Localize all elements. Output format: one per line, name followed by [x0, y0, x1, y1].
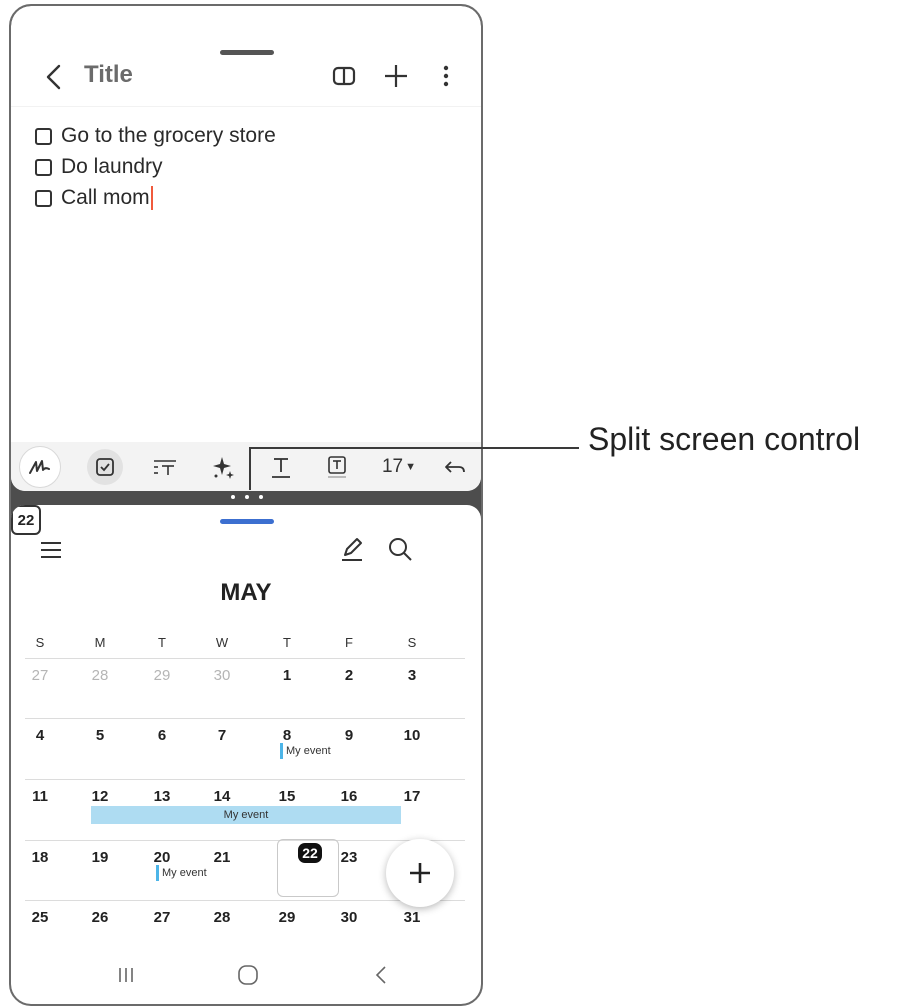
text-style-icon[interactable] — [263, 449, 299, 485]
calendar-app: 22 MAY SMTWTFS 27 28 29 30 1 2 3 4 5 6 7 8 9 10 11 12 13… — [11, 505, 481, 1004]
checklist-item[interactable]: Go to the grocery store — [35, 121, 276, 151]
month-title: MAY — [220, 579, 272, 606]
note-toolbar: 17 ▼ — [11, 442, 481, 491]
weekday-label: T — [158, 635, 166, 650]
calendar-day[interactable]: 26 — [80, 909, 120, 926]
calendar-day[interactable]: 1 — [267, 667, 307, 684]
calendar-day[interactable]: 30 — [202, 667, 242, 684]
calendar-day[interactable]: 21 — [202, 849, 242, 866]
calendar-day[interactable]: 6 — [142, 727, 182, 744]
reading-mode-icon[interactable] — [327, 58, 361, 94]
notes-app: Title Go to the grocery store Do laundry — [11, 6, 481, 491]
chevron-down-icon: ▼ — [405, 461, 417, 473]
back-icon[interactable] — [41, 60, 67, 94]
week-divider — [25, 718, 465, 719]
calendar-drag-handle[interactable] — [220, 519, 274, 524]
calendar-day[interactable]: 28 — [80, 667, 120, 684]
calendar-day[interactable]: 31 — [392, 909, 432, 926]
more-options-icon[interactable] — [429, 58, 463, 94]
text-format-icon[interactable] — [147, 449, 183, 485]
calendar-day[interactable]: 14 — [202, 788, 242, 805]
checklist-item[interactable]: Do laundry — [35, 152, 163, 182]
checkbox[interactable] — [35, 127, 52, 145]
menu-icon[interactable] — [37, 535, 67, 565]
calendar-day[interactable]: 15 — [267, 788, 307, 805]
divider-dot — [245, 495, 249, 499]
event-span[interactable]: My event — [91, 806, 401, 824]
checklist-item[interactable]: Call mom — [35, 183, 153, 213]
note-content[interactable]: Go to the grocery store Do laundry Call … — [11, 106, 481, 436]
add-icon[interactable] — [379, 58, 413, 94]
calendar-day[interactable]: 17 — [392, 788, 432, 805]
text-cursor — [150, 186, 153, 210]
recent-apps-icon[interactable] — [106, 957, 146, 993]
calendar-day[interactable]: 19 — [80, 849, 120, 866]
split-screen-control[interactable] — [231, 495, 263, 503]
back-nav-icon[interactable] — [361, 957, 401, 993]
weekday-label: F — [345, 635, 353, 650]
today-button[interactable]: 22 — [11, 505, 41, 535]
calendar-day[interactable]: 10 — [392, 727, 432, 744]
calendar-day[interactable]: 18 — [20, 849, 60, 866]
calendar-day[interactable]: 13 — [142, 788, 182, 805]
checkbox[interactable] — [35, 158, 52, 176]
fab-add-icon — [410, 863, 430, 883]
phone-frame: Title Go to the grocery store Do laundry — [9, 4, 483, 1006]
ai-assist-icon[interactable] — [205, 449, 241, 485]
divider-dot — [231, 495, 235, 499]
today-cell[interactable] — [277, 839, 339, 897]
font-size-value: 17 — [381, 456, 404, 477]
checklist-item-text: Call mom — [61, 186, 150, 209]
event-chip[interactable]: My event — [156, 865, 207, 881]
edit-icon[interactable] — [336, 533, 368, 565]
calendar-day[interactable]: 25 — [20, 909, 60, 926]
weekday-label: S — [35, 635, 45, 650]
text-box-icon[interactable] — [319, 449, 355, 485]
note-title[interactable]: Title — [84, 61, 133, 89]
callout-line — [249, 447, 579, 449]
calendar-day[interactable]: 27 — [142, 909, 182, 926]
week-divider — [25, 840, 465, 841]
calendar-day[interactable]: 3 — [392, 667, 432, 684]
calendar-day[interactable]: 2 — [329, 667, 369, 684]
calendar-day[interactable]: 30 — [329, 909, 369, 926]
undo-icon[interactable] — [437, 449, 473, 485]
calendar-day[interactable]: 12 — [80, 788, 120, 805]
weekday-label: W — [215, 635, 229, 650]
navigation-bar — [11, 945, 481, 1004]
week-divider — [25, 779, 465, 780]
calendar-day[interactable]: 27 — [20, 667, 60, 684]
calendar-day[interactable]: 5 — [80, 727, 120, 744]
calendar-day[interactable]: 20 — [142, 849, 182, 866]
search-icon[interactable] — [384, 533, 416, 565]
checkbox[interactable] — [35, 189, 52, 207]
add-event-button[interactable] — [386, 839, 454, 907]
calendar-day[interactable]: 9 — [329, 727, 369, 744]
callout-label: Split screen control — [588, 421, 861, 457]
weekday-label: T — [283, 635, 291, 650]
event-chip[interactable]: My event — [280, 743, 331, 759]
calendar-day[interactable]: 28 — [202, 909, 242, 926]
calendar-day[interactable]: 11 — [20, 788, 60, 805]
font-size-selector[interactable]: 17 ▼ — [375, 449, 423, 485]
calendar-day[interactable]: 29 — [142, 667, 182, 684]
calendar-day[interactable]: 4 — [20, 727, 60, 744]
checkbox-icon[interactable] — [87, 449, 123, 485]
weekday-label: M — [94, 635, 106, 650]
week-divider — [25, 658, 465, 659]
checklist-item-text: Go to the grocery store — [61, 124, 276, 147]
calendar-day[interactable]: 16 — [329, 788, 369, 805]
notes-header: Title — [11, 54, 481, 106]
calendar-day[interactable]: 29 — [267, 909, 307, 926]
home-icon[interactable] — [228, 957, 268, 993]
handwriting-icon[interactable] — [19, 446, 61, 488]
weekday-label: S — [407, 635, 417, 650]
calendar-day[interactable]: 7 — [202, 727, 242, 744]
divider-dot — [259, 495, 263, 499]
calendar-day[interactable]: 8 — [267, 727, 307, 744]
checklist-item-text: Do laundry — [61, 155, 163, 178]
callout-line — [249, 447, 251, 490]
